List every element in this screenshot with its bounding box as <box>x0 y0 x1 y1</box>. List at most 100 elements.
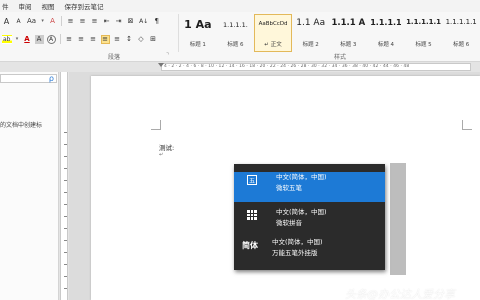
change-case-button[interactable]: Aa <box>26 17 37 26</box>
wubi-ime-icon: 五 <box>240 175 264 185</box>
menu-file[interactable]: 件 <box>2 1 9 11</box>
style-preview: 1.1.1.1. <box>223 21 248 29</box>
chinese-layout-button[interactable]: ⊠ <box>126 17 135 26</box>
menu-view[interactable]: 视图 <box>42 1 55 11</box>
line-spacing-button[interactable]: ↕ <box>125 35 134 44</box>
style-name: 标题 2 <box>302 42 319 48</box>
style-preview: AaBbCcDd <box>258 21 288 27</box>
style-name: 标题 4 <box>377 42 395 48</box>
font-color-button[interactable]: A <box>23 35 32 44</box>
style-heading-6a[interactable]: 1.1.1.1. 标题 6 <box>217 14 255 52</box>
styles-group-label: 样式 <box>334 54 347 61</box>
ime-language: 中文(简体，中国) <box>276 208 327 216</box>
change-case-dropdown-icon[interactable]: ▾ <box>40 17 45 26</box>
nav-hint-text: 的文档中创建标 <box>0 122 43 129</box>
style-preview: 1.1.1.1.1 <box>445 18 477 26</box>
style-preview: 1.1.1 A <box>331 18 366 28</box>
align-left-button[interactable]: ≡ <box>65 35 74 44</box>
style-heading-1[interactable]: 1 Aa 标题 1 <box>179 14 217 52</box>
borders-button[interactable]: ⊞ <box>149 35 158 44</box>
pinyin-ime-icon <box>240 210 264 220</box>
watermark: 头条@办公达人爱分享 <box>345 288 455 300</box>
crop-mark-top-left <box>151 120 161 130</box>
nav-search-input[interactable]: ρ <box>0 74 57 83</box>
ime-language: 中文(简体，中国) <box>272 238 323 246</box>
show-marks-button[interactable]: ¶ <box>152 17 161 26</box>
ruler-tick <box>64 144 67 145</box>
char-shading-button[interactable]: A <box>34 34 44 44</box>
ruler-tick <box>64 288 67 289</box>
style-heading-4[interactable]: 1.1.1.1 标题 4 <box>367 14 405 52</box>
sort-button[interactable]: A↓ <box>138 17 149 26</box>
ime-item-wanneng-wubi[interactable]: 简体 中文(简体，中国) 万能五笔外挂版 <box>234 237 385 267</box>
ruler-tick <box>64 216 67 217</box>
ime-item-text: 中文(简体，中国) 万能五笔外挂版 <box>272 237 323 259</box>
ruler-tick <box>64 240 67 241</box>
ruler-tick <box>64 204 67 205</box>
ribbon-row-2: ab ▾ A A A ≡ ≡ ≡ ≡ ≡ ↕ ◇ ⊞ <box>2 34 158 44</box>
ruler-tick <box>64 264 67 265</box>
horizontal-ruler[interactable]: 4 · 2 · 2 · 4 · 6 · 8 · 10 · 12 · 14 · 1… <box>161 63 471 71</box>
shrink-font-button[interactable]: A <box>14 17 23 26</box>
enclose-char-button[interactable]: A <box>46 34 56 44</box>
ruler-tick <box>64 168 67 169</box>
ime-name: 万能五笔外挂版 <box>272 249 318 257</box>
style-heading-5[interactable]: 1.1.1.1.1 标题 5 <box>405 14 443 52</box>
paragraph-group-label: 段落 <box>108 54 121 61</box>
ruler-tick <box>64 228 67 229</box>
ime-name: 微软五笔 <box>276 184 302 192</box>
vertical-ruler-track <box>60 72 68 300</box>
bullets-button[interactable]: ≡ <box>66 17 75 26</box>
ribbon: A A Aa ▾ A ≡ ≡ ≡ ⇤ ⇥ ⊠ A↓ ¶ ab ▾ A A A ≡… <box>0 12 480 62</box>
ruler-tick <box>64 276 67 277</box>
menu-review[interactable]: 审阅 <box>19 1 32 11</box>
document-body-text[interactable]: 测试: <box>159 142 174 152</box>
search-icon[interactable]: ρ <box>49 74 54 83</box>
distribute-button[interactable]: ≡ <box>113 35 122 44</box>
shading-button[interactable]: ◇ <box>137 35 146 44</box>
style-name: 标题 6 <box>227 42 244 48</box>
style-heading-6b[interactable]: 1.1.1.1.1 标题 6 <box>442 14 480 52</box>
background-strip <box>390 163 406 275</box>
decrease-indent-button[interactable]: ⇤ <box>102 17 111 26</box>
align-right-button[interactable]: ≡ <box>89 35 98 44</box>
font-paragraph-groups: A A Aa ▾ A ≡ ≡ ≡ ⇤ ⇥ ⊠ A↓ ¶ ab ▾ A A A ≡… <box>0 12 176 62</box>
styles-gallery: 1 Aa 标题 1 1.1.1.1. 标题 6 AaBbCcDd ↵ 正文 1.… <box>178 14 480 52</box>
crop-mark-top-right <box>462 120 472 130</box>
highlight-button[interactable]: ab <box>2 34 12 44</box>
ruler-tick <box>64 180 67 181</box>
highlight-dropdown-icon[interactable]: ▾ <box>15 35 20 44</box>
ime-item-wubi[interactable]: 五 中文(简体，中国) 微软五笔 <box>234 172 385 202</box>
ime-name: 微软拼音 <box>276 219 302 227</box>
align-center-button[interactable]: ≡ <box>77 35 86 44</box>
style-preview: 1.1 Aa <box>296 18 326 28</box>
vertical-ruler[interactable] <box>59 72 69 300</box>
ime-language: 中文(简体，中国) <box>276 173 327 181</box>
ruler-tick <box>64 252 67 253</box>
increase-indent-button[interactable]: ⇥ <box>114 17 123 26</box>
numbering-button[interactable]: ≡ <box>78 17 87 26</box>
ruler-ticks: 4 · 2 · 2 · 4 · 6 · 8 · 10 · 12 · 14 · 1… <box>164 64 410 69</box>
style-heading-3[interactable]: 1.1.1 A 标题 3 <box>330 14 368 52</box>
justify-button[interactable]: ≡ <box>100 34 110 44</box>
paragraph-mark: ↵ <box>159 152 164 158</box>
style-normal[interactable]: AaBbCcDd ↵ 正文 <box>254 14 292 52</box>
ime-item-pinyin[interactable]: 中文(简体，中国) 微软拼音 <box>234 207 385 235</box>
style-preview: 1 Aa <box>184 18 212 31</box>
navigation-pane: ρ 的文档中创建标 <box>0 72 59 300</box>
paragraph-launcher-icon[interactable]: ⌝ <box>166 52 169 59</box>
menu-bar: 件 审阅 视图 保存到云笔记 <box>0 0 480 12</box>
wubi-box: 五 <box>247 175 257 185</box>
style-heading-2[interactable]: 1.1 Aa 标题 2 <box>292 14 330 52</box>
clear-format-button[interactable]: A <box>48 17 57 26</box>
menu-save-to-cloud-note[interactable]: 保存到云笔记 <box>65 1 104 11</box>
ime-item-text: 中文(简体，中国) 微软五笔 <box>276 172 327 194</box>
multilevel-list-button[interactable]: ≡ <box>90 17 99 26</box>
grid-icon <box>247 210 257 220</box>
style-preview: 1.1.1.1 <box>370 18 402 27</box>
ruler-tick <box>64 132 67 133</box>
ribbon-row-1: A A Aa ▾ A ≡ ≡ ≡ ⇤ ⇥ ⊠ A↓ ¶ <box>2 16 161 26</box>
grow-font-button[interactable]: A <box>2 17 11 26</box>
indent-marker-icon[interactable] <box>158 63 164 67</box>
style-name: 标题 5 <box>415 42 432 48</box>
